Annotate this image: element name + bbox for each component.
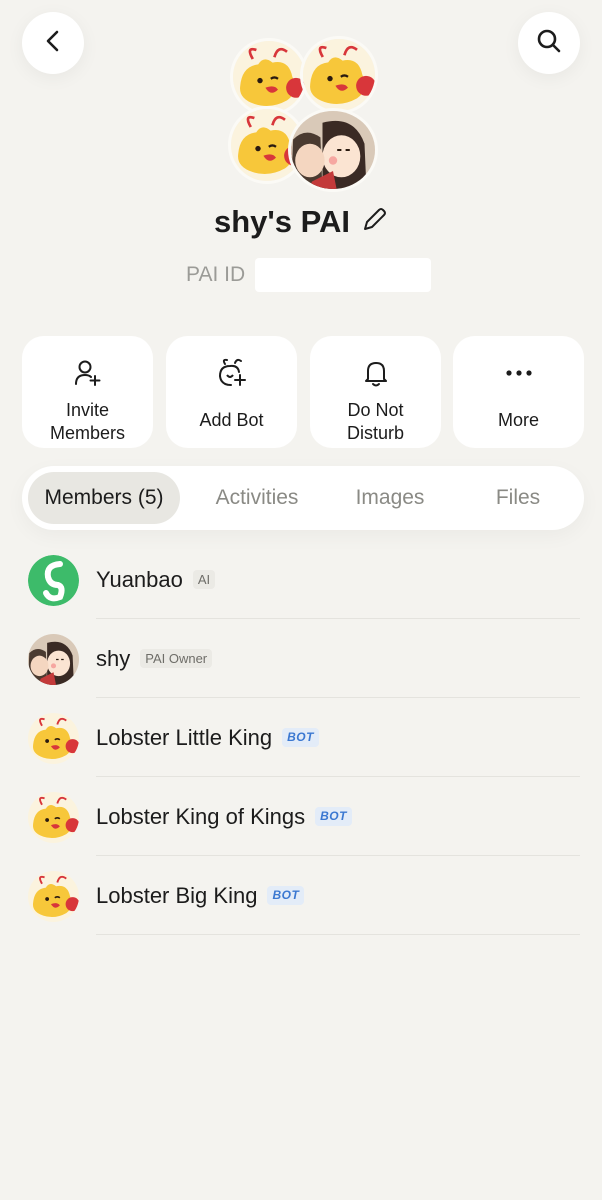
group-title: shy's PAI [213,204,351,239]
search-icon [536,28,562,59]
member-avatar-lobster [300,36,378,114]
tab-activities[interactable]: Activities [192,472,322,524]
chevron-left-icon [40,28,66,59]
avatar [28,634,79,685]
yuanbao-logo-icon [28,555,79,606]
group-info-screen: shy's PAI PAI ID Invite Members Add Bot … [0,0,602,1200]
add-bot-label: Add Bot [199,410,264,430]
more-button[interactable]: More [453,336,584,448]
bot-badge: BOT [315,807,352,826]
member-list: Yuanbao AI shy PAI Owner Lobster Little … [0,540,602,935]
action-bar: Invite Members Add Bot Do Not Disturb Mo… [22,336,584,448]
group-id-label: PAI ID [186,263,246,286]
member-row-lobster-king-of-kings[interactable]: Lobster King of Kings BOT [0,777,602,856]
member-name: Yuanbao [96,566,183,592]
more-dots-icon [503,358,535,393]
add-bot-icon [216,358,248,393]
invite-members-button[interactable]: Invite Members [22,336,153,448]
do-not-disturb-button[interactable]: Do Not Disturb [310,336,441,448]
member-row-lobster-big-king[interactable]: Lobster Big King BOT [0,856,602,935]
group-id-row: PAI ID [186,258,432,292]
member-avatar-couple [288,108,378,192]
member-row-yuanbao[interactable]: Yuanbao AI [0,540,602,619]
bot-badge: BOT [267,886,305,905]
tab-members[interactable]: Members (5) [28,472,180,524]
member-avatar-lobster [230,38,308,116]
back-button[interactable] [22,12,84,74]
ai-badge: AI [192,570,216,589]
tab-files[interactable]: Files [462,472,574,524]
do-not-disturb-label: Do Not Disturb [346,400,404,443]
member-row-lobster-little-king[interactable]: Lobster Little King BOT [0,698,602,777]
bell-icon [361,358,391,393]
owner-badge: PAI Owner [140,649,213,668]
group-avatar[interactable] [228,34,380,192]
tab-bar: Members (5) Activities Images Files [22,466,584,530]
member-name: Lobster Little King [96,724,273,750]
avatar [28,871,79,922]
pencil-icon[interactable] [360,206,388,239]
member-name: shy [96,645,131,671]
divider [96,934,580,935]
member-row-shy[interactable]: shy PAI Owner [0,619,602,698]
add-user-icon [73,358,103,393]
member-name: Lobster King of Kings [96,803,306,829]
more-label: More [497,410,539,430]
group-title-row: shy's PAI [0,204,602,240]
add-bot-button[interactable]: Add Bot [166,336,297,448]
bot-badge: BOT [282,728,319,747]
search-button[interactable] [518,12,580,74]
member-name: Lobster Big King [96,882,258,908]
group-id-value-redacted [255,258,432,292]
tab-images[interactable]: Images [332,472,448,524]
avatar [28,792,79,843]
avatar [28,713,79,764]
invite-members-label: Invite Members [49,400,125,443]
